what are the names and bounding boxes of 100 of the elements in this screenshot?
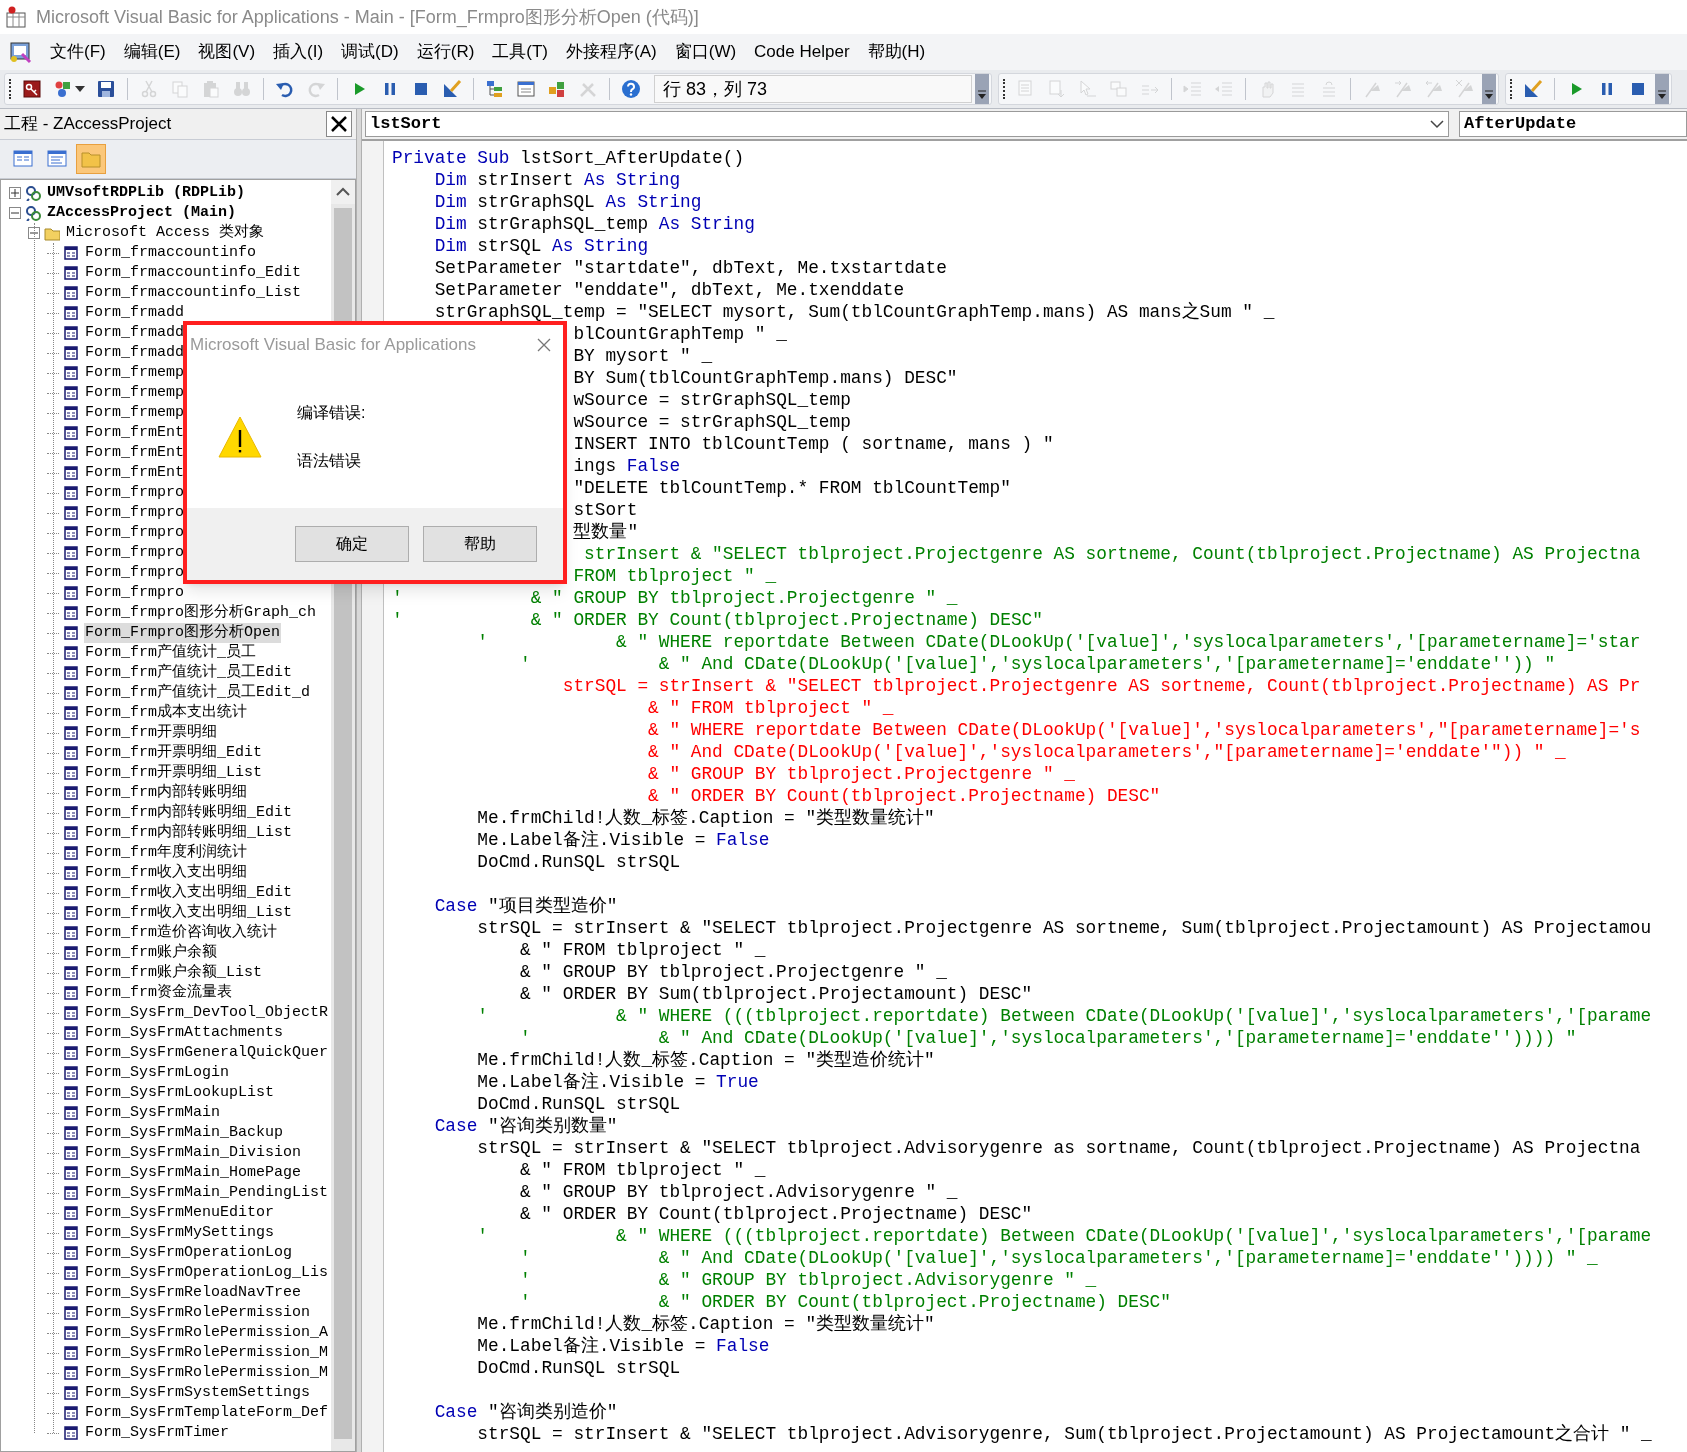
tree-item[interactable]: Form_frm产值统计_员工Edit (84, 663, 294, 683)
tree-item[interactable]: Form_SysFrmRolePermission_A (84, 1323, 330, 1343)
tree-item[interactable]: Form_frm年度利润统计 (84, 843, 248, 863)
tree-item[interactable]: Form_frmadd (84, 323, 186, 343)
tree-item[interactable]: Form_Frmpro图形分析Open (84, 623, 282, 643)
tree-item[interactable]: Form_SysFrmLookupList (84, 1083, 276, 1103)
toolbar-overflow-icon[interactable] (1655, 74, 1669, 104)
menu-item[interactable]: 视图(V) (196, 39, 258, 65)
tree-item[interactable]: Form_frm收入支出明细_Edit (84, 883, 294, 903)
tree-item[interactable]: Form_frm成本支出统计 (84, 703, 248, 723)
tree-item[interactable]: Form_frm开票明细_List (84, 763, 264, 783)
code-line: DoCmd.RunSQL strSQL (477, 1093, 681, 1115)
menu-item[interactable]: 文件(F) (48, 39, 108, 65)
tree-item[interactable]: Form_frm产值统计_员工Edit_d (84, 683, 312, 703)
tree-item[interactable]: Form_SysFrmGeneralQuickQuer (84, 1043, 330, 1063)
tree-item[interactable]: UMVsoftRDPLib (RDPLib) (46, 183, 247, 203)
code-line: & " ORDER BY Count(tblproject.Projectname) DESC" (648, 785, 1161, 807)
tree-item[interactable]: Form_frmpro (84, 563, 186, 583)
tree-item[interactable]: Microsoft Access 类对象 (65, 223, 266, 243)
tree-item[interactable]: Form_SysFrmReloadNavTree (84, 1283, 303, 1303)
tree-item[interactable]: Form_frmpro (84, 483, 186, 503)
tree-item[interactable]: Form_frmpro (84, 583, 186, 603)
tree-item[interactable]: Form_SysFrm_DevTool_ObjectR (84, 1003, 330, 1023)
menu-item[interactable]: 外接程序(A) (564, 39, 659, 65)
procedure-dropdown[interactable]: AfterUpdate (1459, 111, 1687, 137)
tree-item[interactable]: Form_SysFrmMain_Division (84, 1143, 303, 1163)
tree-item[interactable]: Form_frmaccountinfo_Edit (84, 263, 303, 283)
toolbar-overflow-icon[interactable] (975, 74, 989, 104)
tree-item[interactable]: Form_frmemp (84, 403, 186, 423)
tree-item[interactable]: Form_frmemp (84, 363, 186, 383)
expand-toggle[interactable] (9, 187, 21, 199)
tree-item[interactable]: Form_frm内部转账明细 (84, 783, 248, 803)
vba-icon[interactable] (8, 40, 34, 64)
menu-item[interactable]: 调试(D) (339, 39, 401, 65)
tree-item[interactable]: Form_SysFrmRolePermission_M (84, 1363, 330, 1383)
menu-item[interactable]: 工具(T) (490, 39, 551, 65)
tree-item[interactable]: Form_SysFrmRolePermission_M (84, 1343, 330, 1363)
form-icon (63, 765, 79, 781)
tree-item[interactable]: Form_SysFrmMain_PendingList (84, 1183, 330, 1203)
object-dropdown[interactable]: lstSort (365, 111, 1449, 137)
tree-item[interactable]: Form_SysFrmMenuEditor (84, 1203, 276, 1223)
tree-item[interactable]: ZAccessProject (Main) (46, 203, 238, 223)
tree-item[interactable]: Form_frmpro (84, 523, 186, 543)
tree-item[interactable]: Form_frmEnt (84, 443, 186, 463)
tree-item[interactable]: Form_frm开票明细 (84, 723, 218, 743)
tree-item[interactable]: Form_frmadd (84, 303, 186, 323)
tree-item[interactable]: Form_SysFrmSystemSettings (84, 1383, 312, 1403)
tree-item[interactable]: Form_SysFrmRolePermission (84, 1303, 312, 1323)
tree-item[interactable]: Form_frm账户余额 (84, 943, 218, 963)
tree-item[interactable]: Form_SysFrmMySettings (84, 1223, 276, 1243)
code-line: Me.Label备注.Visible = True (477, 1071, 759, 1093)
dialog-button[interactable]: 确定 (295, 526, 409, 562)
menu-item[interactable]: Code Helper (752, 39, 852, 65)
form-icon (63, 325, 79, 341)
tree-item[interactable]: Form_frmpro (84, 543, 186, 563)
tree-item[interactable]: Form_SysFrmAttachments (84, 1023, 285, 1043)
menu-item[interactable]: 窗口(W) (672, 39, 739, 65)
menu-item[interactable]: 帮助(H) (865, 39, 928, 65)
tree-item[interactable]: Form_frmpro图形分析Graph_ch (84, 603, 318, 623)
tree-item[interactable]: Form_SysFrmTemplateForm_Def (84, 1403, 330, 1423)
tree-item[interactable]: Form_SysFrmLogin (84, 1063, 231, 1083)
close-button[interactable] (326, 111, 352, 137)
tree-item[interactable]: Form_SysFrmMain_HomePage (84, 1163, 303, 1183)
menu-item[interactable]: 运行(R) (414, 39, 477, 65)
tree-item[interactable]: Form_SysFrmTimer (84, 1423, 231, 1443)
code-line: & " WHERE reportdate Between CDate(DLookUp('[value]','syslocalparameters',"[parametername]='s (648, 719, 1641, 741)
menu-item[interactable]: 插入(I) (271, 39, 326, 65)
expand-toggle[interactable] (28, 227, 40, 239)
tree-item[interactable]: Form_SysFrmOperationLog (84, 1243, 294, 1263)
tree-item[interactable]: Form_frmaccountinfo (84, 243, 258, 263)
tree-item[interactable]: Form_frm开票明细_Edit (84, 743, 264, 763)
tree-item[interactable]: Form_frmEnt (84, 423, 186, 443)
panel-title: 工程 - ZAccessProject (4, 113, 172, 136)
form-icon (63, 465, 79, 481)
dialog-button[interactable]: 帮助 (423, 526, 537, 562)
tree-item[interactable]: Form_frmpro (84, 503, 186, 523)
form-icon (63, 1005, 79, 1021)
tree-item[interactable]: Form_SysFrmMain (84, 1103, 222, 1123)
tree-item[interactable]: Form_frmemp (84, 383, 186, 403)
tree-item[interactable]: Form_frm内部转账明细_Edit (84, 803, 294, 823)
toolbar-overflow-icon[interactable] (1482, 74, 1496, 104)
form-icon (63, 685, 79, 701)
tree-item[interactable]: Form_frm收入支出明细 (84, 863, 248, 883)
code-line: DoCmd.RunSQL strSQL (477, 851, 681, 873)
menu-item[interactable]: 编辑(E) (121, 39, 183, 65)
caret-icon (1430, 119, 1444, 129)
tree-item[interactable]: Form_frm造价咨询收入统计 (84, 923, 278, 943)
tree-item[interactable]: Form_frmaccountinfo_List (84, 283, 303, 303)
expand-toggle[interactable] (9, 207, 21, 219)
form-icon (63, 845, 79, 861)
tree-item[interactable]: Form_frm账户余额_List (84, 963, 264, 983)
tree-item[interactable]: Form_frmadd (84, 343, 186, 363)
tree-item[interactable]: Form_frm产值统计_员工 (84, 643, 257, 663)
code-line: ' & " And CDate(DLookUp('[value]','syslocalparameters','[parametername]='enddate'')) " (520, 653, 1556, 675)
tree-item[interactable]: Form_SysFrmOperationLog_Lis (84, 1263, 330, 1283)
tree-item[interactable]: Form_frm资金流量表 (84, 983, 233, 1003)
tree-item[interactable]: Form_frm内部转账明细_List (84, 823, 294, 843)
tree-item[interactable]: Form_frm收入支出明细_List (84, 903, 294, 923)
tree-item[interactable]: Form_frmEnt (84, 463, 186, 483)
tree-item[interactable]: Form_SysFrmMain_Backup (84, 1123, 285, 1143)
